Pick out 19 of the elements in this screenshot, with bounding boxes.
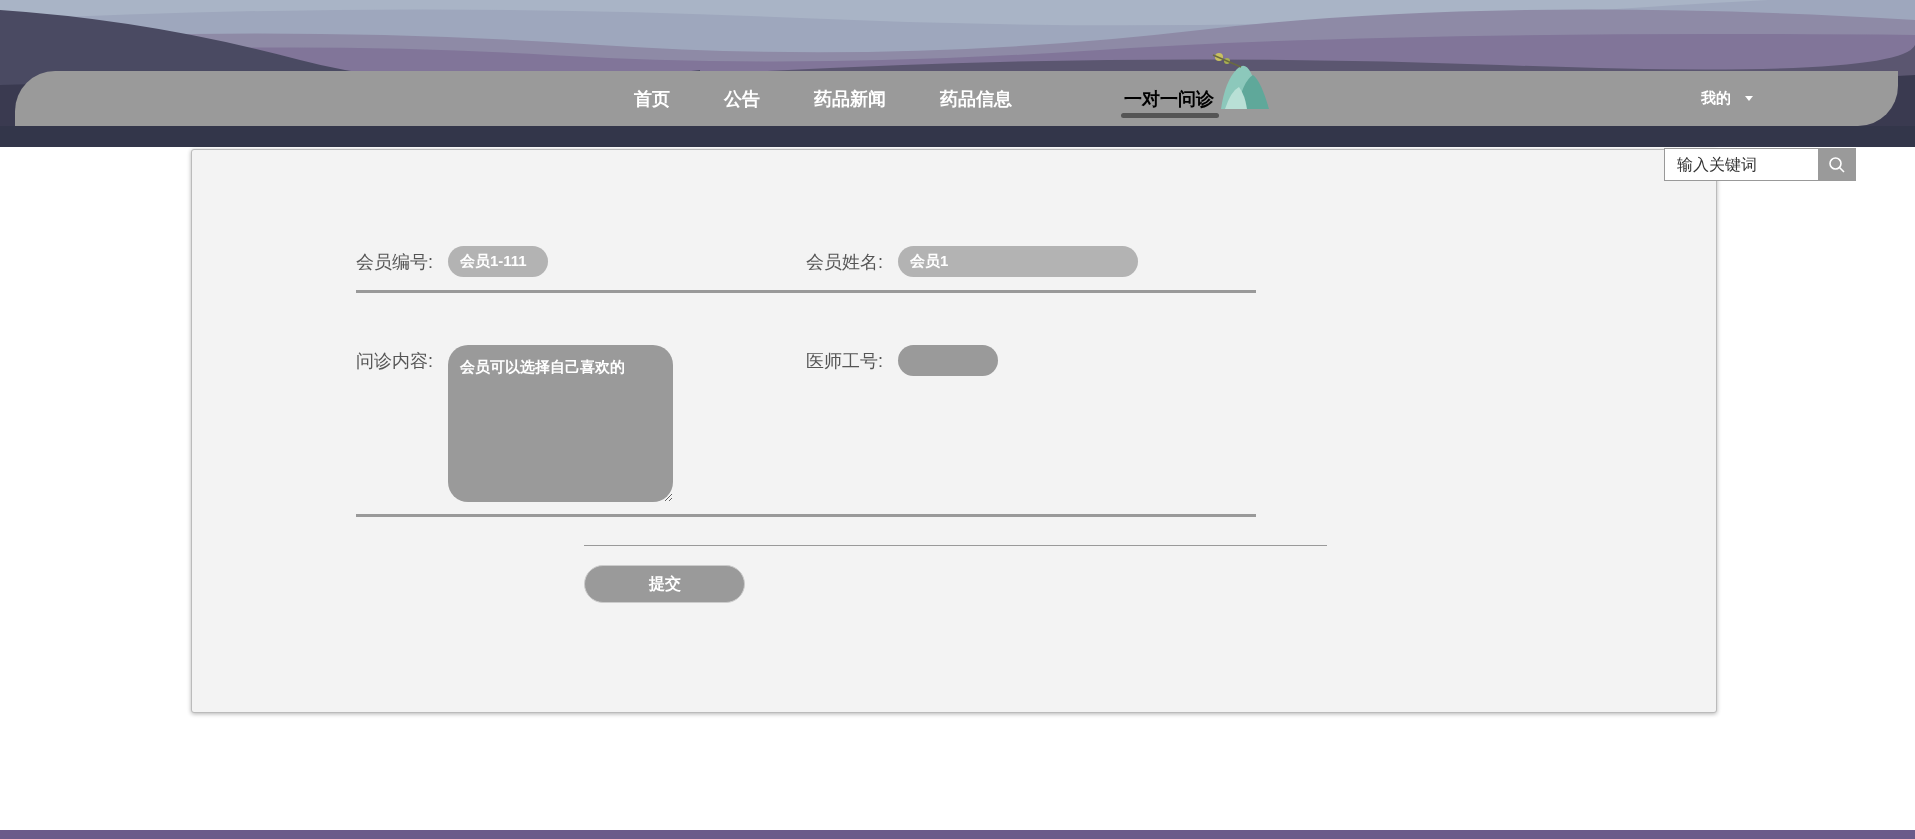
search-icon [1828,155,1846,174]
user-menu[interactable]: 我的 [1701,89,1753,108]
input-field[interactable]: 会员1-111 [448,246,548,277]
field-label: 会员编号: [356,251,434,274]
input-field[interactable]: 会员1 [898,246,1138,277]
search-field[interactable]: 输入关键词 [1664,148,1818,181]
nav-tab[interactable]: 药品新闻 [787,71,913,126]
field-label: 医师工号: [806,350,884,373]
caret-icon [1745,96,1753,101]
search-button[interactable] [1818,148,1856,181]
field-label: 问诊内容: [356,350,434,373]
submit-button[interactable]: 提交 [584,565,745,603]
nav-tab[interactable]: 药品信息 [913,71,1039,126]
input-field[interactable] [898,345,998,376]
field-label: 会员姓名: [806,251,884,274]
nav-tab[interactable]: 一对一问诊 [1097,71,1241,126]
nav-tab[interactable]: 首页 [607,71,697,126]
nav-tab[interactable]: 公告 [697,71,787,126]
text-area[interactable]: 会员可以选择自己喜欢的 [448,345,673,502]
